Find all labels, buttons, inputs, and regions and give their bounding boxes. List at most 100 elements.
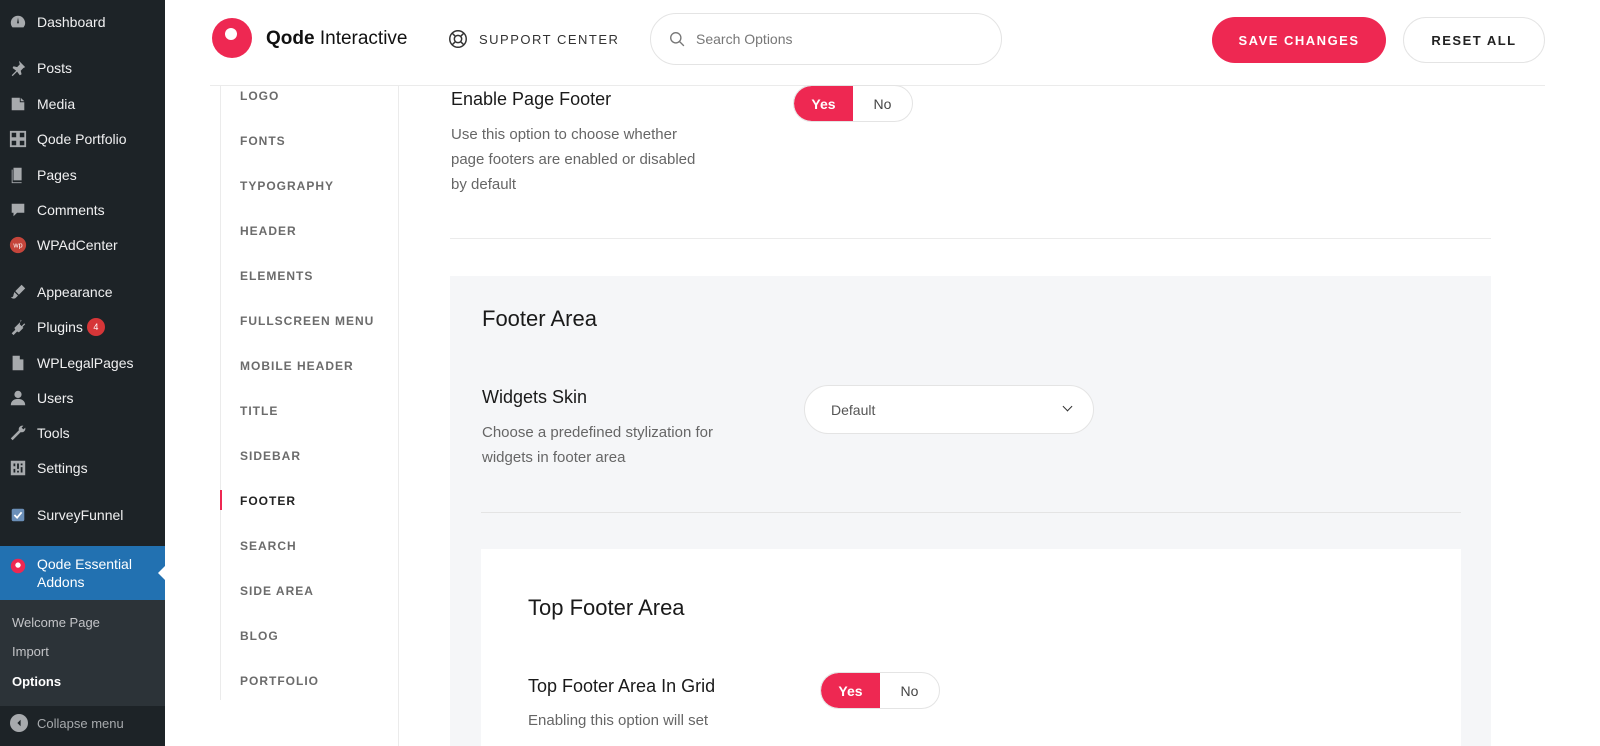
options-nav-mobile-header[interactable]: MOBILE HEADER xyxy=(240,359,354,373)
wp-badge-icon: wp xyxy=(8,235,28,255)
widgets-skin-description: Choose a predefined stylization for widg… xyxy=(482,424,713,466)
wp-menu-comments[interactable]: Comments xyxy=(0,193,165,227)
reset-all-button[interactable]: RESET ALL xyxy=(1403,17,1545,63)
wp-menu-label: Qode Essential Addons xyxy=(37,556,132,590)
options-nav-side-area[interactable]: SIDE AREA xyxy=(240,584,314,598)
top-footer-in-grid-title: Top Footer Area In Grid xyxy=(528,676,716,696)
support-center-link[interactable]: SUPPORT CENTER xyxy=(447,28,619,50)
pin-icon xyxy=(8,58,28,78)
search-input[interactable] xyxy=(696,31,976,47)
widgets-skin-select[interactable]: Default xyxy=(804,385,1094,434)
support-center-label: SUPPORT CENTER xyxy=(479,31,620,47)
plugins-update-count-badge: 4 xyxy=(86,318,105,336)
wp-menu-label: Posts xyxy=(37,60,73,76)
wp-menu-pages[interactable]: Pages xyxy=(0,158,165,192)
options-nav-portfolio[interactable]: PORTFOLIO xyxy=(240,674,319,688)
wp-menu-label: Dashboard xyxy=(37,14,106,30)
options-nav-sidebar[interactable]: SIDEBAR xyxy=(240,449,301,463)
enable-page-footer-yes[interactable]: Yes xyxy=(794,86,853,121)
collapse-menu-label: Collapse menu xyxy=(37,715,124,731)
grid-icon xyxy=(8,129,28,149)
wp-menu-media[interactable]: Media xyxy=(0,87,165,121)
enable-page-footer-no[interactable]: No xyxy=(853,86,912,121)
wp-submenu-import[interactable]: Import xyxy=(12,644,49,659)
options-nav-logo[interactable]: LOGO xyxy=(240,89,279,103)
search-options xyxy=(650,13,1002,65)
sliders-icon xyxy=(8,458,28,478)
section-divider xyxy=(450,238,1491,239)
wp-menu-label: Tools xyxy=(37,425,70,441)
dashboard-icon xyxy=(8,12,28,32)
wp-menu-tools[interactable]: Tools xyxy=(0,416,165,450)
wp-admin-sidebar: Dashboard Posts Media Qode Portfolio Pag… xyxy=(0,0,166,746)
pages-icon xyxy=(8,165,28,185)
wp-menu-appearance[interactable]: Appearance xyxy=(0,275,165,309)
lifebuoy-icon xyxy=(449,30,467,48)
wp-menu-label: Comments xyxy=(37,202,105,218)
wp-menu-qode-essential-addons[interactable]: Qode Essential Addons xyxy=(0,546,166,600)
wp-menu-qode-portfolio[interactable]: Qode Portfolio xyxy=(0,122,165,156)
options-nav-search[interactable]: SEARCH xyxy=(240,539,297,553)
enable-page-footer-toggle: Yes No xyxy=(793,85,913,122)
plug-icon xyxy=(8,317,28,337)
options-nav-fonts[interactable]: FONTS xyxy=(240,134,286,148)
qode-logo-icon xyxy=(212,18,252,58)
wp-menu-wpadcenter[interactable]: wp WPAdCenter xyxy=(0,228,165,262)
wp-menu-label: Plugins xyxy=(37,319,83,335)
qode-icon xyxy=(8,556,28,576)
wp-menu-users[interactable]: Users xyxy=(0,381,165,415)
wp-menu-label: Settings xyxy=(37,460,88,476)
wp-submenu: Welcome Page Import Options xyxy=(0,600,165,706)
enable-page-footer-title: Enable Page Footer xyxy=(451,89,612,109)
top-footer-area-title: Top Footer Area xyxy=(528,595,685,620)
wp-menu-label: WPAdCenter xyxy=(37,237,118,253)
widgets-skin-value: Default xyxy=(831,401,876,418)
document-icon xyxy=(8,353,28,373)
qode-logo-text: Qode Interactive xyxy=(266,28,408,49)
wp-submenu-welcome-page[interactable]: Welcome Page xyxy=(12,615,100,630)
wp-menu-dashboard[interactable]: Dashboard xyxy=(0,5,165,39)
top-footer-in-grid-yes[interactable]: Yes xyxy=(821,673,880,708)
survey-icon xyxy=(8,505,28,525)
comment-icon xyxy=(8,200,28,220)
media-icon xyxy=(8,94,28,114)
options-nav-fullscreen-menu[interactable]: FULLSCREEN MENU xyxy=(240,314,374,328)
options-nav-blog[interactable]: BLOG xyxy=(240,629,279,643)
wp-menu-wplegalpages[interactable]: WPLegalPages xyxy=(0,346,165,380)
wp-menu-surveyfunnel[interactable]: SurveyFunnel xyxy=(0,498,165,532)
collapse-menu-button[interactable]: Collapse menu xyxy=(0,706,165,740)
options-nav: LOGO FONTS TYPOGRAPHY HEADER ELEMENTS FU… xyxy=(220,86,399,700)
wp-submenu-options[interactable]: Options xyxy=(12,674,61,689)
widgets-skin-title: Widgets Skin xyxy=(482,387,588,407)
wp-menu-label: Qode Portfolio xyxy=(37,131,127,147)
top-footer-in-grid-toggle: Yes No xyxy=(820,672,940,709)
options-nav-footer[interactable]: FOOTER xyxy=(240,494,296,508)
wp-menu-label: Media xyxy=(37,96,76,112)
footer-area-title: Footer Area xyxy=(482,306,597,331)
wp-menu-settings[interactable]: Settings xyxy=(0,451,165,485)
wp-menu-label: Pages xyxy=(37,167,77,183)
wp-menu-label: SurveyFunnel xyxy=(37,507,124,523)
wrench-icon xyxy=(8,423,28,443)
options-nav-elements[interactable]: ELEMENTS xyxy=(240,269,313,283)
wp-menu-plugins[interactable]: Plugins 4 xyxy=(0,310,165,344)
options-nav-header[interactable]: HEADER xyxy=(240,224,297,238)
user-icon xyxy=(8,388,28,408)
options-header: Qode Interactive SUPPORT CENTER SAVE CHA… xyxy=(210,0,1545,86)
wp-menu-posts[interactable]: Posts xyxy=(0,51,165,85)
options-nav-typography[interactable]: TYPOGRAPHY xyxy=(240,179,334,193)
wp-menu-label: WPLegalPages xyxy=(37,355,134,371)
wp-menu-label: Appearance xyxy=(37,284,113,300)
wp-menu-label: Users xyxy=(37,390,74,406)
brush-icon xyxy=(8,282,28,302)
top-footer-in-grid-description: Enabling this option will set xyxy=(528,712,709,729)
options-nav-title[interactable]: TITLE xyxy=(240,404,278,418)
collapse-arrow-icon xyxy=(10,714,28,732)
section-divider xyxy=(481,512,1461,513)
top-footer-in-grid-no[interactable]: No xyxy=(880,673,939,708)
search-icon xyxy=(670,31,685,46)
chevron-down-icon xyxy=(1062,401,1073,412)
options-nav-divider xyxy=(398,700,399,746)
save-changes-button[interactable]: SAVE CHANGES xyxy=(1212,17,1386,63)
options-nav-active-indicator xyxy=(220,490,222,510)
